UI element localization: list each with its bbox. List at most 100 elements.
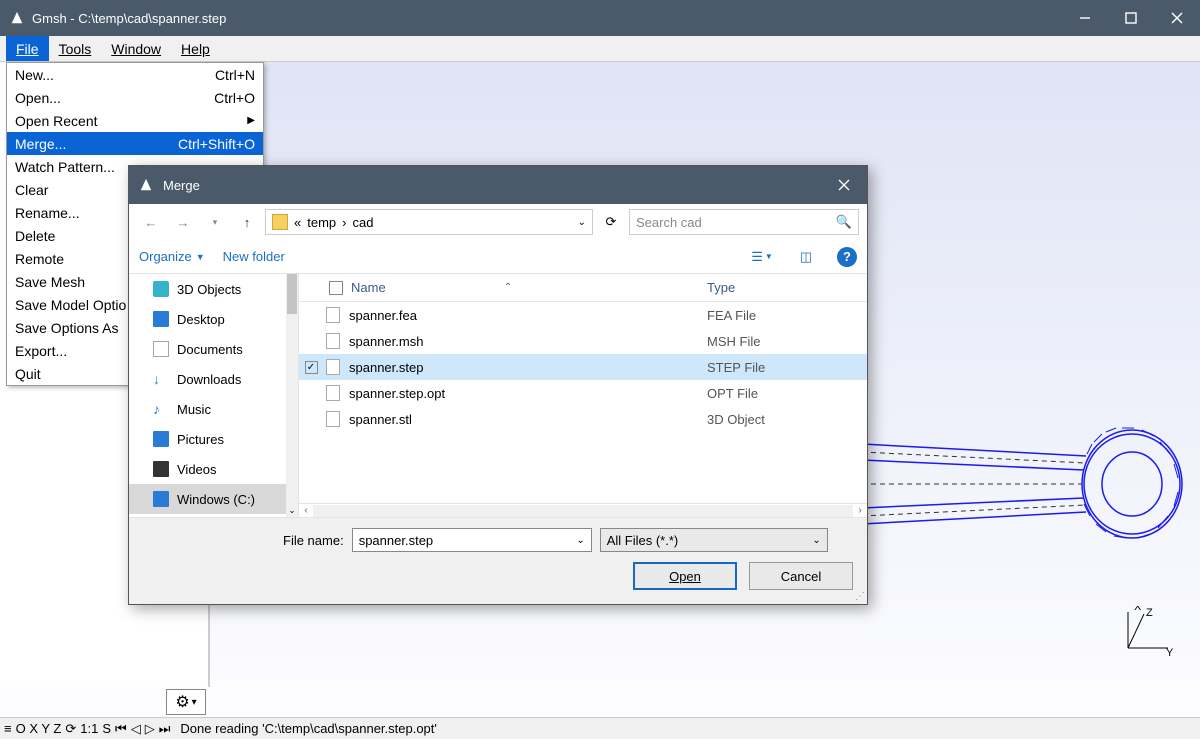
sidebar-item-label: Music [177, 402, 211, 417]
nav-recent-dropdown[interactable]: ▾ [201, 208, 229, 236]
select-all-checkbox[interactable] [329, 281, 343, 295]
sidebar-item[interactable]: Documents [129, 334, 298, 364]
sidebar-item-label: Desktop [177, 312, 225, 327]
doc-icon [153, 341, 169, 357]
sidebar-item-label: 3D Objects [177, 282, 241, 297]
search-icon: 🔍 [836, 214, 852, 230]
file-icon [326, 411, 340, 427]
file-menu-item[interactable]: Open Recent▶ [7, 109, 263, 132]
open-button[interactable]: Open [633, 562, 737, 590]
file-type-filter[interactable]: All Files (*.*) ⌄ [600, 528, 828, 552]
minimize-button[interactable] [1062, 0, 1108, 36]
file-row-checkbox[interactable]: ✓ [305, 361, 318, 374]
music-icon: ♪ [153, 401, 169, 417]
pic-icon [153, 431, 169, 447]
play-prev-icon[interactable]: ◁ [131, 721, 141, 737]
menu-tools[interactable]: Tools [49, 36, 102, 61]
breadcrumb-prefix: « [294, 215, 301, 230]
desk-icon [153, 311, 169, 327]
sidebar-item-label: Pictures [177, 432, 224, 447]
sidebar-item[interactable]: ↓Downloads [129, 364, 298, 394]
refresh-button[interactable]: ⟳ [597, 209, 625, 235]
file-icon [326, 307, 340, 323]
preview-pane-button[interactable]: ◫ [793, 246, 819, 268]
sidebar-item[interactable]: Pictures [129, 424, 298, 454]
nav-forward-button[interactable]: → [169, 208, 197, 236]
new-folder-button[interactable]: New folder [223, 249, 285, 264]
column-name-header[interactable]: Name [351, 280, 386, 295]
sidebar-scrollbar[interactable]: ⌄ [286, 274, 298, 517]
file-icon [326, 333, 340, 349]
file-menu-item[interactable]: Merge...Ctrl+Shift+O [7, 132, 263, 155]
status-bar: ≡ O X Y Z ⟳ 1:1 S ⏮ ◁ ▷ ⏭ Done reading '… [0, 717, 1200, 739]
dialog-close-button[interactable] [821, 166, 867, 204]
axis-y-label: Y [1166, 647, 1174, 659]
menubar: File Tools Window Help [0, 36, 1200, 62]
status-s[interactable]: S [102, 721, 111, 736]
maximize-button[interactable] [1108, 0, 1154, 36]
menu-help[interactable]: Help [171, 36, 220, 61]
nav-back-button[interactable]: ← [137, 208, 165, 236]
file-list-hscrollbar[interactable]: ‹› [299, 503, 867, 517]
file-type-cell: OPT File [707, 386, 867, 401]
filter-dropdown-icon[interactable]: ⌄ [812, 535, 820, 546]
file-list-header: Name ⌃ Type [299, 274, 867, 302]
file-name-cell: spanner.step.opt [343, 386, 707, 401]
sidebar-item[interactable]: 3D Objects [129, 274, 298, 304]
nav-up-button[interactable]: ↑ [233, 208, 261, 236]
status-axes[interactable]: O X Y Z [16, 721, 62, 736]
column-type-header[interactable]: Type [707, 280, 867, 295]
file-name-dropdown-icon[interactable]: ⌄ [576, 535, 584, 546]
file-menu-item[interactable]: Open...Ctrl+O [7, 86, 263, 109]
down-icon: ↓ [153, 371, 169, 387]
file-icon [326, 385, 340, 401]
window-titlebar: Gmsh - C:\temp\cad\spanner.step [0, 0, 1200, 36]
file-row[interactable]: spanner.feaFEA File [299, 302, 867, 328]
help-button[interactable]: ? [837, 247, 857, 267]
sidebar-item[interactable]: Windows (C:) [129, 484, 298, 514]
sidebar-item[interactable]: ♪ Music [129, 394, 298, 424]
file-row[interactable]: spanner.mshMSH File [299, 328, 867, 354]
play-last-icon[interactable]: ⏭ [159, 721, 171, 737]
breadcrumb-bar[interactable]: « temp › cad ⌄ [265, 209, 593, 235]
file-name-cell: spanner.stl [343, 412, 707, 427]
cancel-button[interactable]: Cancel [749, 562, 853, 590]
file-type-cell: MSH File [707, 334, 867, 349]
file-type-cell: STEP File [707, 360, 867, 375]
file-row[interactable]: spanner.step.optOPT File [299, 380, 867, 406]
file-type-filter-value: All Files (*.*) [607, 533, 679, 548]
menu-file[interactable]: File [6, 36, 49, 61]
file-type-cell: 3D Object [707, 412, 867, 427]
file-name-input[interactable]: spanner.step ⌄ [352, 528, 592, 552]
sidebar-item[interactable]: Desktop [129, 304, 298, 334]
dialog-footer: File name: spanner.step ⌄ All Files (*.*… [129, 517, 867, 604]
sidebar-item-label: Videos [177, 462, 217, 477]
file-menu-item[interactable]: New...Ctrl+N [7, 63, 263, 86]
play-next-icon[interactable]: ▷ [145, 721, 155, 737]
breadcrumb-seg-cad[interactable]: cad [352, 215, 373, 230]
file-name-cell: spanner.step [343, 360, 707, 375]
play-first-icon[interactable]: ⏮ [115, 721, 127, 737]
file-row[interactable]: spanner.stl3D Object [299, 406, 867, 432]
close-button[interactable] [1154, 0, 1200, 36]
sidebar-item[interactable]: Videos [129, 454, 298, 484]
view-mode-button[interactable]: ☰▼ [749, 246, 775, 268]
organize-dropdown[interactable]: Organize▼ [139, 249, 205, 264]
3d-icon [153, 281, 169, 297]
menu-icon[interactable]: ≡ [4, 721, 12, 736]
file-row[interactable]: ✓ spanner.stepSTEP File [299, 354, 867, 380]
dialog-titlebar: Merge [129, 166, 867, 204]
breadcrumb-dropdown-icon[interactable]: ⌄ [578, 217, 586, 228]
settings-gear-button[interactable]: ⚙︎▾ [166, 689, 206, 715]
status-scale[interactable]: 1:1 [80, 721, 98, 736]
merge-dialog: Merge ← → ▾ ↑ « temp › cad ⌄ ⟳ Search ca… [128, 165, 868, 605]
resize-grip-icon[interactable]: ⋰ [855, 591, 865, 602]
app-logo-icon [10, 11, 24, 25]
sidebar-item-label: Windows (C:) [177, 492, 255, 507]
rotate-icon[interactable]: ⟳ [65, 721, 76, 737]
search-input[interactable]: Search cad 🔍 [629, 209, 859, 235]
vid-icon [153, 461, 169, 477]
dialog-logo-icon [139, 178, 153, 192]
breadcrumb-seg-temp[interactable]: temp [307, 215, 336, 230]
menu-window[interactable]: Window [101, 36, 171, 61]
